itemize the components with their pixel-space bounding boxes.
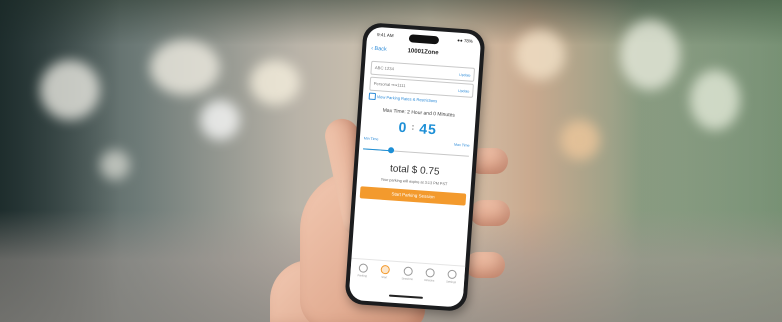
- tag-icon: [424, 267, 435, 278]
- bokeh-light: [620, 20, 680, 90]
- bokeh-light: [100, 150, 130, 180]
- bokeh-light: [40, 60, 100, 120]
- bokeh-light: [560, 120, 600, 160]
- back-button[interactable]: ‹ Back: [371, 46, 387, 53]
- tab-settings[interactable]: Settings: [441, 269, 462, 284]
- tab-label: Settings: [445, 279, 457, 285]
- background-scene: 9:41 AM ●● 78% 10001Zone ‹ Back ABC 1234…: [0, 0, 782, 322]
- tab-label: Parking: [357, 273, 368, 278]
- payment-field-value: Personal ••••1111: [373, 80, 406, 89]
- home-indicator: [388, 294, 423, 299]
- start-parking-button[interactable]: Start Parking Session: [359, 186, 467, 206]
- tab-label: Start: [381, 274, 388, 280]
- plate-field-value: ABC 1234: [374, 64, 395, 72]
- hand-finger: [470, 200, 510, 226]
- parking-icon: [379, 264, 390, 275]
- gear-icon: [446, 269, 457, 280]
- duration-hours: 0: [398, 118, 408, 136]
- payment-update-link[interactable]: Update: [458, 89, 470, 94]
- bokeh-light: [515, 30, 565, 80]
- duration-slider[interactable]: [363, 147, 469, 157]
- duration-minutes: 45: [418, 120, 438, 138]
- status-icons: ●● 78%: [457, 37, 474, 44]
- tab-label: Sessions: [401, 276, 413, 282]
- tab-bar: Parking Start Sessions Vehicles Settings: [349, 257, 466, 295]
- tab-start[interactable]: Start: [374, 264, 395, 279]
- bokeh-light: [250, 60, 300, 105]
- tab-label: Vehicles: [423, 277, 435, 283]
- tab-sessions[interactable]: Sessions: [397, 266, 418, 281]
- calendar-icon: [368, 92, 377, 101]
- plate-update-link[interactable]: Update: [459, 73, 471, 78]
- slider-max-label: Max Time: [453, 142, 470, 148]
- car-icon: [358, 263, 368, 273]
- bokeh-light: [690, 70, 740, 130]
- status-time: 9:41 AM: [376, 32, 394, 39]
- dynamic-island: [408, 34, 440, 45]
- slider-min-label: Min Time: [363, 136, 379, 142]
- smartphone: 9:41 AM ●● 78% 10001Zone ‹ Back ABC 1234…: [344, 22, 486, 312]
- hand-finger: [465, 252, 505, 278]
- bokeh-light: [150, 40, 220, 95]
- phone-screen: 9:41 AM ●● 78% 10001Zone ‹ Back ABC 1234…: [348, 26, 482, 308]
- tab-vehicles[interactable]: Vehicles: [419, 267, 440, 283]
- duration-separator: :: [411, 121, 416, 132]
- tab-parking[interactable]: Parking: [352, 263, 373, 278]
- slider-fill: [363, 148, 391, 152]
- slider-thumb[interactable]: [387, 147, 394, 154]
- timer-icon: [402, 266, 413, 277]
- bokeh-light: [200, 100, 240, 140]
